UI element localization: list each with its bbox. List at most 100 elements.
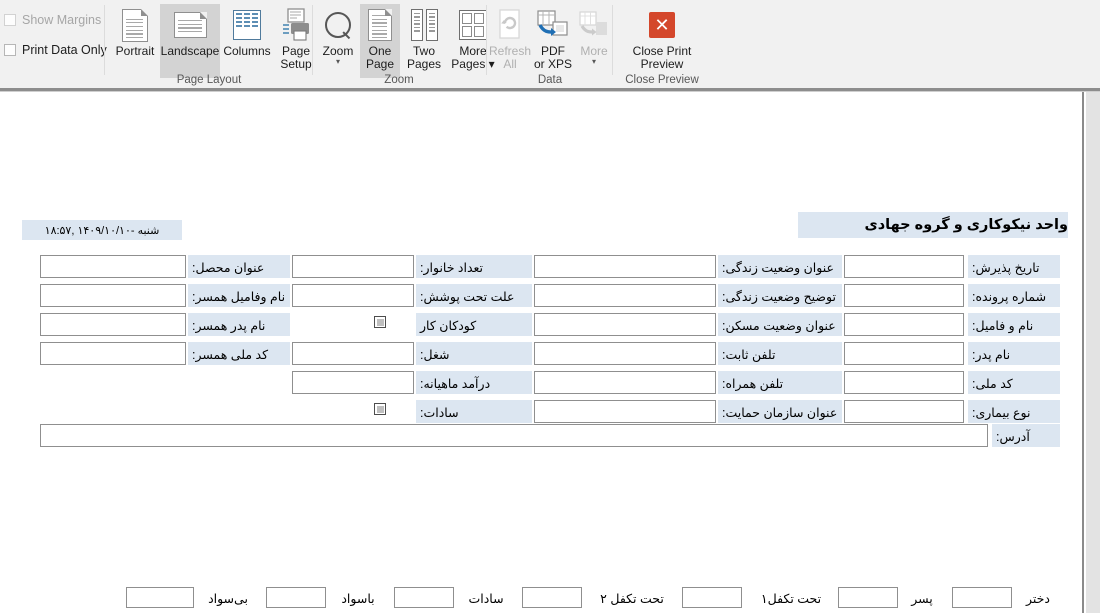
label-household-count: تعداد خانوار: (416, 255, 532, 278)
portrait-page-icon (122, 7, 148, 43)
print-preview-page: واحد نیکوکاری و گروه جهادی شنبه -۱۴۰۹/۱۰… (0, 92, 1084, 613)
label-national-id: کد ملی: (968, 371, 1060, 394)
counter-input-dependent-2[interactable] (522, 587, 582, 608)
pdf-or-xps-line1: PDF (541, 44, 565, 58)
checkbox-sadat[interactable] (374, 403, 386, 415)
input-housing-status-title[interactable] (534, 313, 716, 336)
close-icon: ✕ (649, 7, 675, 43)
ribbon-group-label-data: Data (537, 74, 563, 86)
two-pages-button[interactable]: Two Pages (401, 4, 447, 78)
label-admission-date: تاریخ پذیرش: (968, 255, 1060, 278)
label-sadat: سادات: (416, 400, 532, 423)
columns-icon (233, 7, 261, 43)
input-coverage-reason[interactable] (292, 284, 414, 307)
one-page-line2: Page (365, 56, 395, 71)
counter-input-illiterate[interactable] (126, 587, 194, 608)
ribbon-group-zoom: Zoom ▾ One Page Two Pages More Pages ▾ Z… (314, 0, 495, 88)
document-date: شنبه -۱۴۰۹/۱۰/۱۰ ,۱۸:۵۷ (22, 220, 182, 240)
input-national-id[interactable] (844, 371, 964, 394)
ribbon-group-data: Refresh All PDF or XPS More ▾ Data (488, 0, 612, 88)
counter-label-dependent-1: تحت تکفل۱ (760, 592, 822, 606)
refresh-glyph (499, 9, 520, 39)
counter-label-illiterate: بی‌سواد (208, 592, 248, 606)
show-margins-checkbox[interactable]: Show Margins (4, 13, 101, 27)
pdf-or-xps-button[interactable]: PDF or XPS (532, 4, 574, 78)
input-spouse-father-name[interactable] (40, 313, 186, 336)
input-file-number[interactable] (844, 284, 964, 307)
preview-canvas-background (1086, 92, 1100, 613)
ribbon-group-label-page-size: e Size (0, 74, 110, 86)
page-title: واحد نیکوکاری و گروه جهادی (798, 212, 1068, 238)
zoom-button[interactable]: Zoom ▾ (316, 4, 360, 78)
counter-input-sadat[interactable] (394, 587, 454, 608)
input-spouse-national-id[interactable] (40, 342, 186, 365)
one-page-button[interactable]: One Page (360, 4, 400, 78)
label-illness-type: نوع بیماری: (968, 400, 1060, 423)
chevron-down-icon[interactable]: ▾ (592, 57, 596, 65)
input-admission-date[interactable] (844, 255, 964, 278)
input-living-status-title[interactable] (534, 255, 716, 278)
input-address[interactable] (40, 424, 988, 447)
one-page-line1: One (368, 44, 392, 58)
pdf-or-xps-line2: or XPS (533, 56, 572, 71)
refresh-all-button[interactable]: Refresh All (488, 4, 532, 78)
ribbon-separator (486, 5, 487, 75)
input-job[interactable] (292, 342, 414, 365)
checkbox-icon (4, 14, 16, 26)
label-full-name: نام و فامیل: (968, 313, 1060, 336)
input-spouse-full-name[interactable] (40, 284, 186, 307)
label-spouse-full-name: نام وفامیل همسر: (188, 284, 290, 307)
counter-input-daughter[interactable] (952, 587, 1012, 608)
landscape-button[interactable]: Landscape (160, 4, 220, 78)
label-mobile-phone: تلفن همراه: (718, 371, 842, 394)
counter-label-son: پسر (911, 592, 933, 606)
input-mobile-phone[interactable] (534, 371, 716, 394)
chevron-down-icon[interactable]: ▾ (336, 57, 340, 65)
checkbox-working-children[interactable] (374, 316, 386, 328)
counter-input-literate[interactable] (266, 587, 326, 608)
more-export-glyph (579, 11, 607, 36)
label-spouse-father-name: نام پدر همسر: (188, 313, 290, 336)
export-pdf-glyph (537, 10, 568, 36)
label-job: شغل: (416, 342, 532, 365)
label-living-status-title: عنوان وضعیت زندگی: (718, 255, 842, 278)
label-student-title: عنوان محصل: (188, 255, 290, 278)
input-living-status-desc[interactable] (534, 284, 716, 307)
print-preview-ribbon: Show Margins Print Data Only e Size Port… (0, 0, 1100, 92)
label-monthly-income: درآمد ماهیانه: (416, 371, 532, 394)
columns-label: Columns (223, 44, 271, 58)
counter-label-sadat: سادات (468, 592, 504, 606)
close-print-preview-button[interactable]: ✕ Close Print Preview (622, 4, 702, 78)
refresh-icon (496, 7, 524, 43)
input-household-count[interactable] (292, 255, 414, 278)
counter-label-literate: باسواد (341, 592, 375, 606)
ribbon-separator (612, 5, 613, 75)
page-setup-label-line1: Page (281, 44, 311, 58)
counter-input-dependent-1[interactable] (682, 587, 742, 608)
label-address: آدرس: (992, 424, 1060, 447)
more-export-button[interactable]: More ▾ (574, 4, 614, 78)
one-page-icon (368, 7, 392, 43)
label-support-org-title: عنوان سازمان حمایت: (718, 400, 842, 423)
zoom-label: Zoom (322, 44, 354, 58)
input-landline-phone[interactable] (534, 342, 716, 365)
columns-button[interactable]: Columns (220, 4, 274, 78)
input-support-org-title[interactable] (534, 400, 716, 423)
counter-input-son[interactable] (838, 587, 898, 608)
input-illness-type[interactable] (844, 400, 964, 423)
print-data-only-label: Print Data Only (22, 43, 107, 57)
label-housing-status-title: عنوان وضعیت مسکن: (718, 313, 842, 336)
more-export-icon (579, 7, 609, 43)
portrait-button[interactable]: Portrait (108, 4, 162, 78)
ribbon-group-label-page-layout: Page Layout (176, 74, 242, 86)
show-margins-label: Show Margins (22, 13, 102, 27)
input-monthly-income[interactable] (292, 371, 414, 394)
input-father-name[interactable] (844, 342, 964, 365)
input-full-name[interactable] (844, 313, 964, 336)
checkbox-icon (4, 44, 16, 56)
print-data-only-checkbox[interactable]: Print Data Only (4, 43, 107, 57)
counter-label-dependent-2: تحت تکفل ۲ (600, 592, 664, 606)
input-student-title[interactable] (40, 255, 186, 278)
label-living-status-desc: توضیح وضعیت زندگی: (718, 284, 842, 307)
two-pages-line1: Two (412, 44, 435, 58)
